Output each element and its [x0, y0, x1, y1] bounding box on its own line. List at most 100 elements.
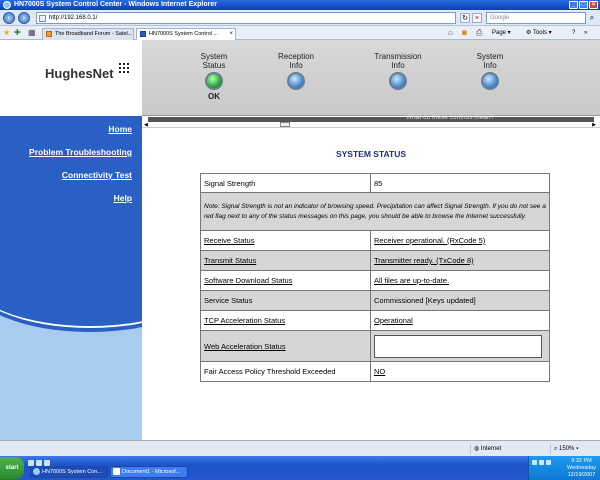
main-content: SYSTEM STATUS Signal Strength 85 Note: S…	[142, 129, 600, 440]
receive-status-value[interactable]: Receiver operational. (RxCode 5)	[370, 230, 550, 251]
indicator-label: Info	[391, 61, 405, 70]
transmit-status-link[interactable]: Transmit Status	[200, 250, 371, 271]
minimize-button[interactable]: _	[569, 1, 578, 9]
page-menu[interactable]: Page ▾	[492, 28, 511, 39]
security-zone[interactable]: ◍ Internet	[470, 444, 540, 454]
tab-bar: ★ ✚ ▦ The Broadband Forum - Satel... HN7…	[0, 26, 600, 40]
zoom-level: 150%	[559, 446, 575, 452]
tab-system-control[interactable]: HN7000S System Control ... ×	[136, 28, 236, 40]
ticker-scroll-thumb[interactable]	[280, 122, 290, 127]
status-message	[2, 444, 332, 454]
chevron-right-icon[interactable]: »	[584, 28, 587, 39]
indicator-value: OK	[208, 92, 220, 101]
window-controls: _ □ ×	[569, 1, 598, 9]
stop-icon[interactable]: ×	[472, 13, 482, 23]
service-status-label: Service Status	[200, 290, 371, 311]
sidebar-item-home[interactable]: Home	[0, 124, 142, 134]
internet-explorer-icon	[33, 468, 40, 475]
indicator-system-info[interactable]: System Info	[460, 52, 520, 90]
web-acceleration-status-cell	[370, 330, 550, 362]
zoom-control[interactable]: ⌕ 150% ▾	[550, 444, 598, 454]
info-light-icon[interactable]	[287, 72, 305, 90]
signal-note: Note: Signal Strength is not an indicato…	[200, 192, 550, 231]
url-field[interactable]: http://192.168.0.1/	[36, 12, 456, 24]
info-light-icon[interactable]	[481, 72, 499, 90]
tcp-acceleration-status-value[interactable]: Operational	[370, 310, 550, 331]
tab-broadband-forum[interactable]: The Broadband Forum - Satel...	[42, 28, 134, 40]
tray-icon[interactable]	[546, 460, 551, 465]
close-button[interactable]: ×	[589, 1, 598, 9]
favorites-star-icon[interactable]: ★	[3, 29, 10, 37]
tools-menu[interactable]: ⚙ Tools ▾	[526, 28, 552, 39]
tab-favicon	[46, 31, 52, 37]
receive-status-link[interactable]: Receive Status	[200, 230, 371, 251]
scroll-left-icon[interactable]: ◀	[144, 122, 148, 128]
task-system-control[interactable]: HN7000S System Con...	[30, 466, 108, 478]
print-icon[interactable]: ⎙	[476, 29, 482, 37]
add-favorite-icon[interactable]: ✚	[14, 29, 21, 37]
window-title: HN7000S System Control Center - Windows …	[14, 1, 217, 8]
sidebar-item-problem-troubleshooting[interactable]: Problem Troubleshooting	[0, 147, 142, 157]
back-button[interactable]: ‹	[3, 12, 15, 24]
scroll-right-icon[interactable]: ▶	[592, 122, 596, 128]
table-row: Signal Strength 85	[200, 173, 550, 193]
indicator-reception-info[interactable]: Reception Info	[266, 52, 326, 90]
refresh-icon[interactable]: ↻	[460, 13, 470, 23]
fap-threshold-value[interactable]: NO	[370, 361, 550, 382]
software-download-status-value[interactable]: All files are up-to-date.	[370, 270, 550, 291]
web-acceleration-status-link[interactable]: Web Acceleration Status	[200, 330, 371, 362]
sidebar-item-connectivity-test[interactable]: Connectivity Test	[0, 170, 142, 180]
tab-label: HN7000S System Control ...	[149, 31, 219, 37]
page-title: SYSTEM STATUS	[335, 149, 407, 159]
fap-threshold-label: Fair Access Policy Threshold Exceeded	[200, 361, 371, 382]
software-download-status-link[interactable]: Software Download Status	[200, 270, 371, 291]
help-icon[interactable]: ?	[572, 28, 575, 39]
indicator-system-status[interactable]: System Status OK	[184, 52, 244, 101]
clock[interactable]: 9:32 PM Wednesday 12/19/2007	[567, 458, 596, 479]
magnifier-icon: ⌕	[554, 446, 558, 452]
home-icon[interactable]: ⌂	[448, 29, 453, 37]
forward-button[interactable]: ›	[18, 12, 30, 24]
windows-taskbar: start HN7000S System Con... Document1 - …	[0, 456, 600, 480]
signal-strength-label: Signal Strength	[200, 173, 371, 193]
tray-icon[interactable]	[539, 460, 544, 465]
logo-mark-icon	[118, 62, 130, 74]
service-status-value: Commissioned [Keys updated]	[370, 290, 550, 311]
maximize-button[interactable]: □	[579, 1, 588, 9]
indicator-transmission-info[interactable]: Transmission Info	[368, 52, 428, 90]
tray-icons	[532, 460, 551, 465]
internet-explorer-icon	[3, 1, 11, 9]
sidebar-item-help[interactable]: Help	[0, 193, 142, 203]
status-light-icon[interactable]	[205, 72, 223, 90]
task-document[interactable]: Document1 - Microsof...	[110, 466, 188, 478]
indicator-label: Reception	[277, 52, 315, 61]
signal-strength-value: 85	[370, 173, 550, 193]
transmit-status-value[interactable]: Transmitter ready. (TxCode 8)	[370, 250, 550, 271]
search-placeholder: Google	[490, 15, 510, 21]
tab-close-icon[interactable]: ×	[229, 29, 233, 40]
start-button[interactable]: start	[0, 457, 24, 479]
indicator-label: Info	[483, 61, 497, 70]
search-icon[interactable]: ⌕	[587, 13, 597, 23]
tab-favicon	[140, 31, 146, 37]
url-text: http://192.168.0.1/	[49, 15, 98, 21]
browser-status-bar: ◍ Internet ⌕ 150% ▾	[0, 440, 600, 456]
status-table: Signal Strength 85 Note: Signal Strength…	[200, 173, 550, 382]
indicator-label: System	[200, 52, 228, 61]
task-label: Document1 - Microsof...	[122, 469, 181, 475]
tools-menu-label: Tools	[532, 30, 547, 36]
zone-label: Internet	[480, 446, 502, 452]
tab-label: The Broadband Forum - Satel...	[55, 31, 133, 37]
hughesnet-logo[interactable]: HughesNet	[45, 66, 114, 81]
clock-time: 9:32 PM	[571, 458, 592, 464]
tray-icon[interactable]	[532, 460, 537, 465]
search-input[interactable]: Google	[486, 12, 586, 24]
tcp-acceleration-status-link[interactable]: TCP Acceleration Status	[200, 310, 371, 331]
tab-list-icon[interactable]: ▦	[28, 29, 36, 37]
word-document-icon	[113, 468, 120, 475]
info-light-icon[interactable]	[389, 72, 407, 90]
ticker-text[interactable]: What do these controls mean?	[406, 114, 494, 121]
feeds-icon[interactable]: ◙	[462, 29, 467, 37]
logo-area: HughesNet	[0, 40, 142, 116]
sidebar-decoration	[0, 292, 142, 340]
